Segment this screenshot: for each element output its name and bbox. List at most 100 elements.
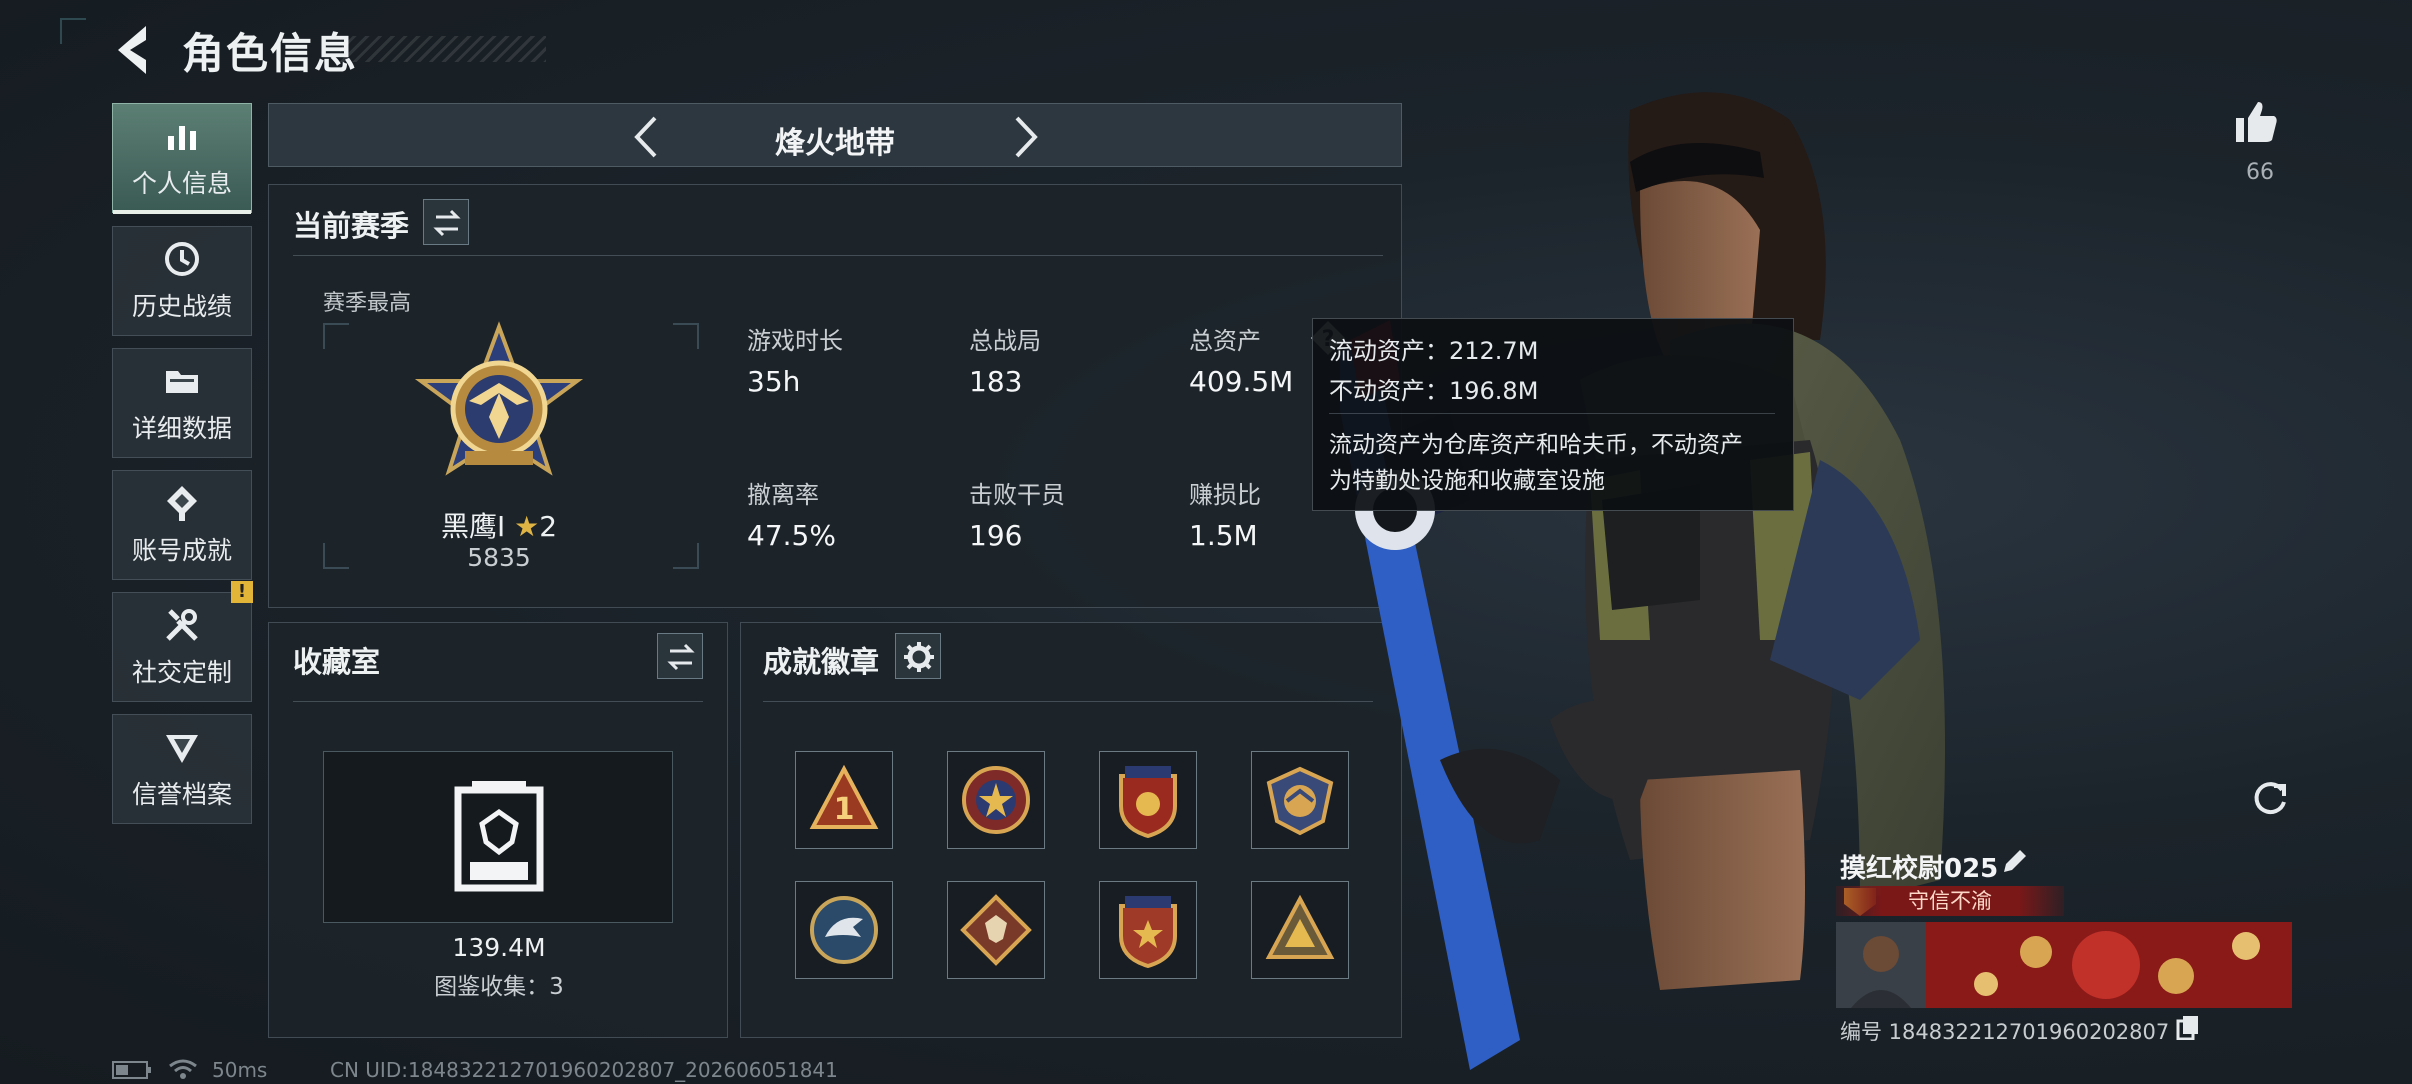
collection-panel-title: 收藏室	[293, 645, 381, 679]
player-title-tag: 守信不渝	[1836, 886, 2064, 916]
divider	[293, 701, 703, 702]
collection-value: 139.4M	[452, 933, 546, 962]
gear-icon	[904, 642, 934, 672]
wifi-icon	[169, 1059, 197, 1079]
tooltip-description-line: 为特勤处设施和收藏室设施	[1329, 468, 1605, 494]
season-best-label: 赛季最高	[323, 291, 412, 316]
latency: 50ms	[212, 1058, 268, 1082]
nav-label: 信誉档案	[131, 780, 232, 809]
nav-item-social-custom[interactable]: 社交定制 !	[112, 581, 253, 702]
tools-icon	[166, 609, 198, 641]
rank-emblem-icon	[414, 321, 584, 476]
tooltip-fixed-assets: 不动资产：196.8M	[1329, 377, 1539, 405]
stat-value: 35h	[747, 365, 801, 398]
like-count: 66	[2246, 160, 2274, 185]
uid-text: CN UID:1848322127019602028​07_2026060518…	[330, 1058, 838, 1082]
stat-label: 击败干员	[969, 481, 1065, 509]
stat-value: 183	[969, 365, 1023, 398]
banner-image	[1836, 922, 2292, 1008]
svg-text:1: 1	[834, 792, 855, 827]
page-title: 角色信息	[182, 29, 359, 78]
season-panel: 当前赛季 赛季最高 黑鹰Ⅰ ★2 5835 游戏时长 35h 总战局 183 总…	[268, 184, 1402, 608]
divider	[763, 701, 1373, 702]
nav-item-history[interactable]: 历史战绩	[112, 226, 252, 336]
swap-icon	[433, 209, 461, 237]
crest-badge-icon	[1119, 766, 1177, 838]
nav-label: 个人信息	[131, 169, 232, 198]
beast-diamond-badge-icon	[960, 894, 1032, 966]
pyramid-badge-icon	[1265, 895, 1335, 959]
achievement-badge[interactable]	[795, 881, 893, 979]
rank-score: 5835	[467, 543, 531, 572]
assets-tooltip: 流动资产：212.7M 不动资产：196.8M 流动资产为仓库资产和哈夫币，不动…	[1312, 318, 1794, 511]
divider	[1329, 413, 1775, 414]
rank-1-badge-icon: 1	[809, 765, 879, 829]
rank-stars: 2	[539, 510, 558, 543]
battery-icon	[112, 1061, 151, 1079]
nav-label: 账号成就	[131, 536, 232, 565]
nav-item-detailed-data[interactable]: 详细数据	[112, 348, 252, 458]
copy-icon[interactable]	[2176, 1014, 2200, 1040]
achievement-badge[interactable]	[947, 751, 1045, 849]
swap-icon	[667, 643, 695, 671]
refresh-icon[interactable]	[2248, 776, 2292, 820]
stat-value: 47.5%	[747, 519, 836, 552]
frame-corner	[60, 18, 86, 44]
collection-panel: 收藏室 139.4M 图鉴收集：3	[268, 622, 728, 1038]
thumbs-up-icon[interactable]	[2232, 98, 2280, 146]
nav-item-account-achievements[interactable]: 账号成就	[112, 470, 252, 580]
player-id: 编号 1848322127019602028​07	[1840, 1020, 2170, 1044]
stat-value: 196	[969, 519, 1023, 552]
eagle-head-badge-icon	[810, 896, 878, 964]
nav-item-reputation[interactable]: 信誉档案	[112, 714, 252, 824]
nav-item-personal-info[interactable]: 个人信息	[112, 103, 252, 214]
vault-icon	[454, 781, 544, 892]
edit-pencil-icon[interactable]	[2000, 848, 2028, 876]
achievement-badge[interactable]: 1	[795, 751, 893, 849]
nav-label: 详细数据	[131, 414, 232, 443]
tooltip-description-line: 流动资产为仓库资产和哈夫币，不动资产	[1329, 432, 1743, 458]
collection-switch-button[interactable]	[657, 633, 703, 679]
star-emblem-badge-icon	[962, 766, 1030, 834]
achievement-badge[interactable]	[1251, 751, 1349, 849]
bar-chart-icon	[168, 126, 196, 150]
eagle-shield-badge-icon	[1266, 766, 1334, 836]
stat-label: 游戏时长	[747, 327, 843, 355]
rank-name-row: 黑鹰Ⅰ ★2	[369, 505, 629, 545]
map-name: 烽火地带	[775, 126, 895, 161]
player-banner[interactable]	[1836, 922, 2292, 1008]
collection-count: 图鉴收集：3	[434, 974, 564, 1000]
season-switch-button[interactable]	[423, 199, 469, 245]
map-selector: 烽火地带	[268, 103, 1402, 167]
collection-showcase[interactable]	[323, 751, 673, 923]
season-panel-title: 当前赛季	[293, 209, 410, 243]
badges-settings-button[interactable]	[895, 633, 941, 679]
stat-label: 撤离率	[747, 481, 819, 509]
rank-star-icon: ★	[514, 510, 540, 543]
frame-corner	[673, 323, 699, 349]
back-arrow-icon[interactable]	[112, 22, 160, 78]
notification-badge: !	[231, 581, 253, 603]
frame-corner	[323, 543, 349, 569]
nav-label: 社交定制	[131, 658, 232, 687]
achievement-badge[interactable]	[1251, 881, 1349, 979]
stat-label: 总战局	[969, 327, 1041, 355]
divider	[293, 255, 1383, 256]
folder-icon	[166, 371, 198, 393]
stat-value: 1.5M	[1189, 519, 1258, 552]
stat-label: 总资产	[1189, 327, 1261, 355]
badges-panel: 成就徽章 1	[740, 622, 1402, 1038]
frame-corner	[323, 323, 349, 349]
achievement-badge[interactable]	[947, 881, 1045, 979]
next-arrow-icon[interactable]	[1011, 114, 1041, 160]
rank-name: 黑鹰Ⅰ	[440, 510, 506, 543]
tooltip-liquid-assets: 流动资产：212.7M	[1329, 337, 1539, 365]
frame-corner	[673, 543, 699, 569]
achievement-icon	[167, 486, 197, 521]
shield-star-badge-icon	[1119, 896, 1177, 968]
title-decoration	[340, 36, 546, 62]
history-icon	[165, 242, 199, 276]
achievement-badge[interactable]	[1099, 881, 1197, 979]
badges-panel-title: 成就徽章	[763, 645, 880, 679]
achievement-badge[interactable]	[1099, 751, 1197, 849]
